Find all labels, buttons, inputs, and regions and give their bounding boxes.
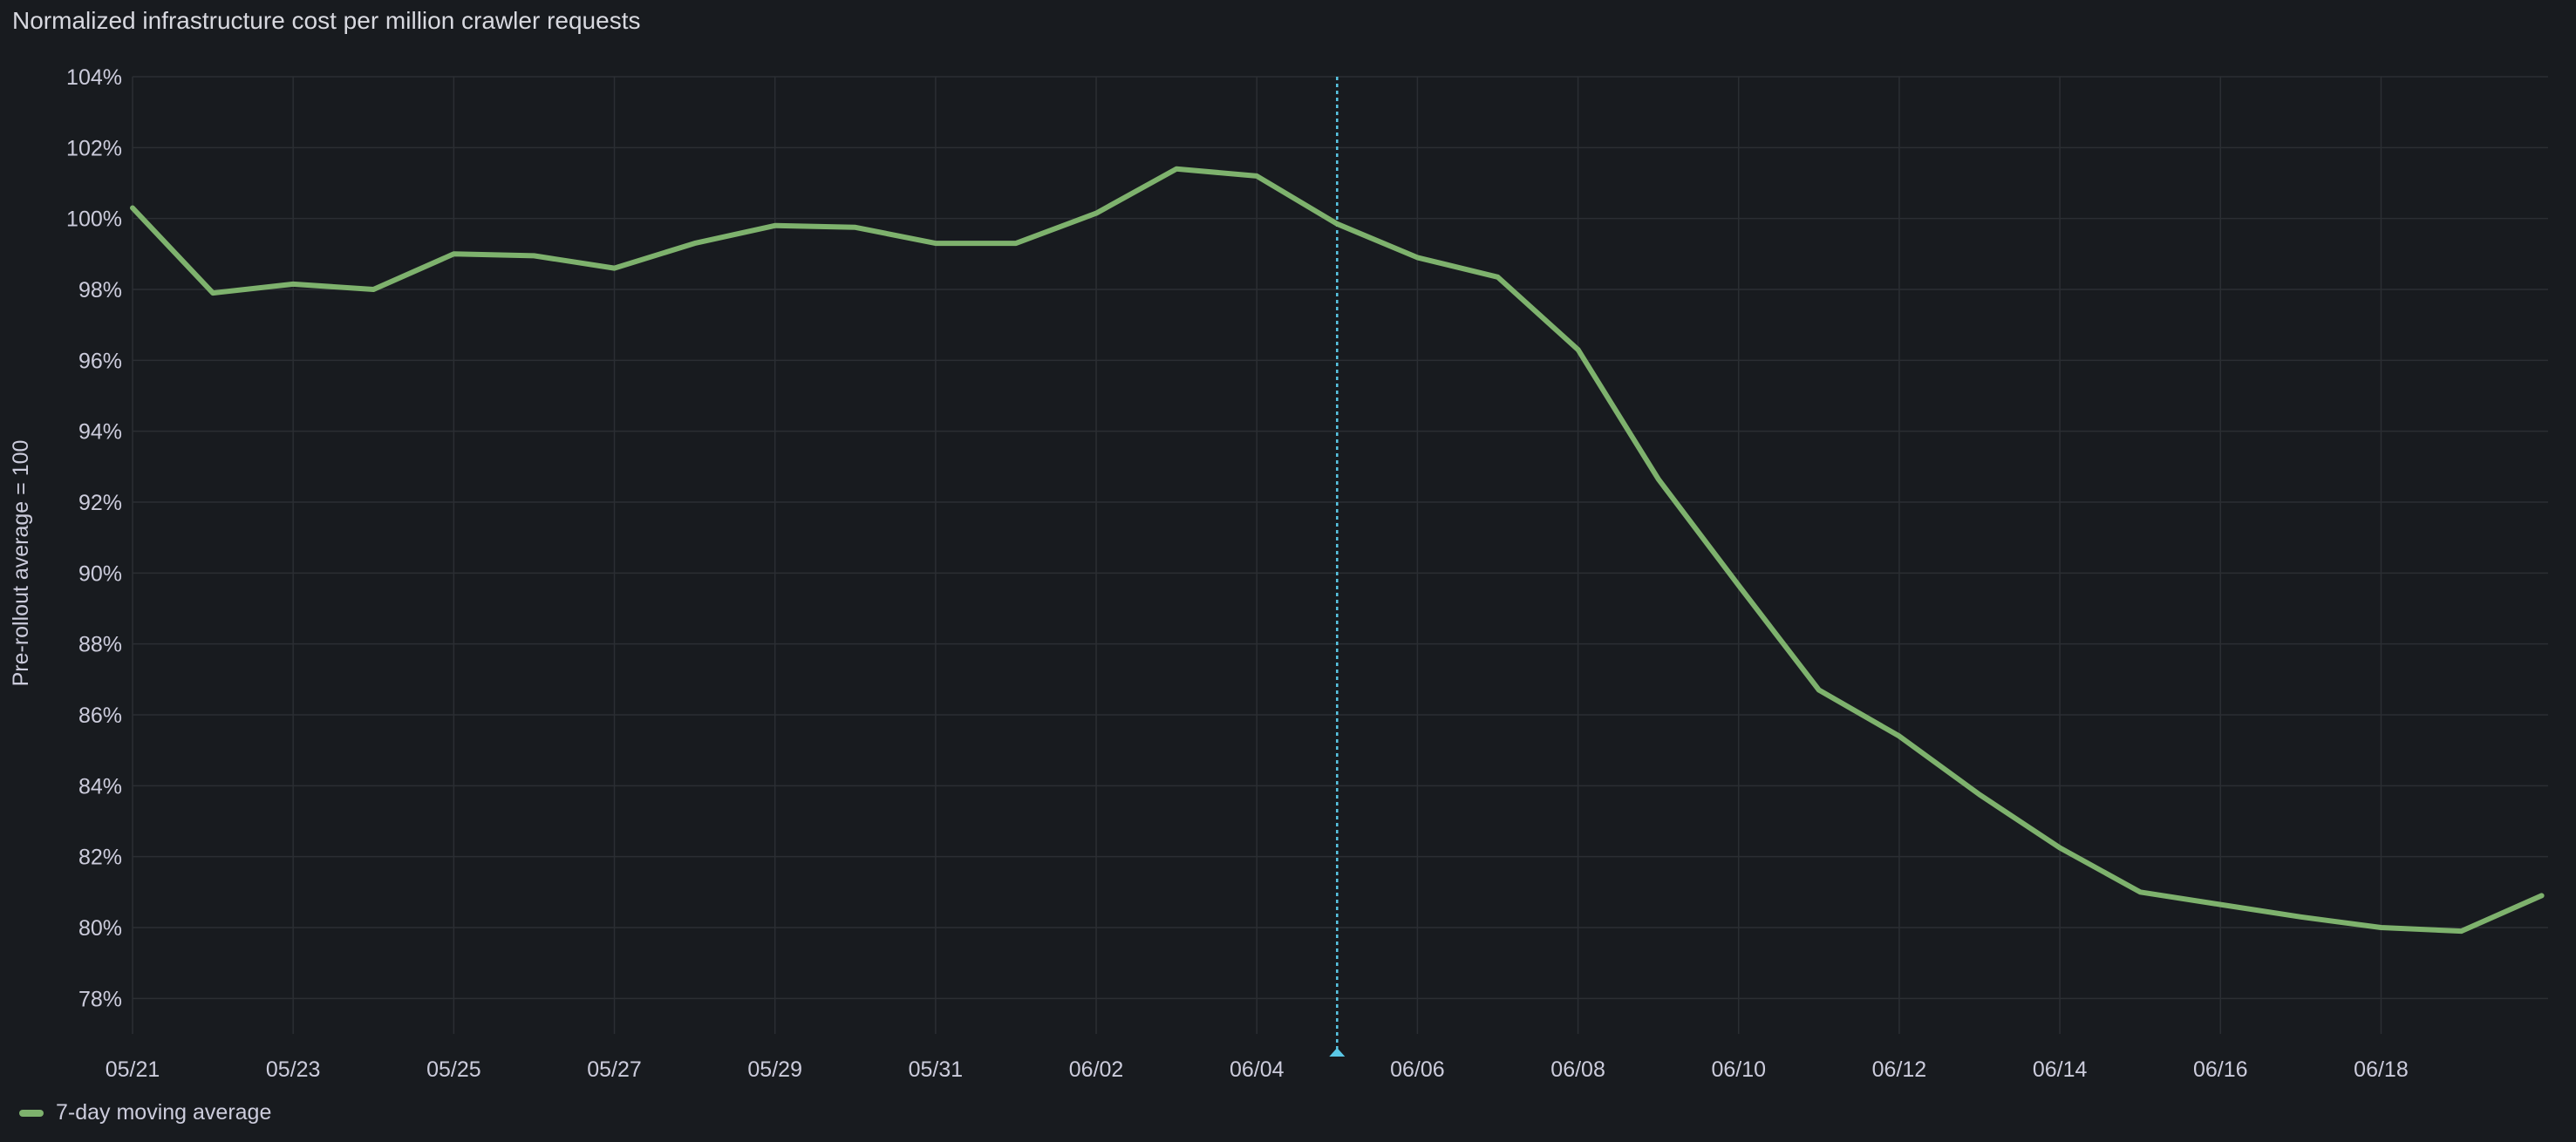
legend-swatch (19, 1109, 44, 1117)
y-tick-label: 78% (78, 987, 122, 1011)
x-tick-label: 06/10 (1711, 1057, 1766, 1082)
x-tick-label: 06/18 (2354, 1057, 2409, 1082)
x-tick-label: 06/02 (1069, 1057, 1124, 1082)
line-chart: 78% 80% 82% 84% 86% 88% 90% 92% 94% 96% 98% 100% 102… (9, 65, 2548, 1082)
x-axis-ticks: 05/21 05/23 05/25 05/27 05/29 05/31 06/02 06/04… (106, 1057, 2409, 1082)
x-tick-label: 06/16 (2193, 1057, 2248, 1082)
x-tick-label: 05/29 (747, 1057, 802, 1082)
y-tick-label: 90% (78, 561, 122, 586)
y-axis-ticks: 78% 80% 82% 84% 86% 88% 90% 92% 94% 96% 98% 100% 102… (66, 65, 122, 1011)
x-tick-label: 06/08 (1550, 1057, 1605, 1082)
y-tick-label: 92% (78, 491, 122, 515)
y-tick-label: 94% (78, 420, 122, 445)
x-tick-label: 06/12 (1872, 1057, 1927, 1082)
y-tick-label: 82% (78, 846, 122, 870)
y-tick-label: 102% (66, 136, 122, 160)
x-tick-label: 05/25 (426, 1057, 481, 1082)
y-tick-label: 84% (78, 774, 122, 799)
grid-layer (132, 76, 2548, 1034)
y-tick-label: 80% (78, 916, 122, 941)
x-tick-label: 06/06 (1390, 1057, 1445, 1082)
x-tick-label: 05/31 (909, 1057, 964, 1082)
y-tick-label: 88% (78, 633, 122, 657)
annotation-marker[interactable] (1329, 1048, 1346, 1057)
x-tick-label: 05/27 (587, 1057, 642, 1082)
legend-label: 7-day moving average (56, 1100, 272, 1125)
y-tick-label: 86% (78, 704, 122, 728)
x-tick-label: 06/04 (1230, 1057, 1285, 1082)
y-tick-label: 98% (78, 278, 122, 302)
legend-item-7-day-moving-average[interactable]: 7-day moving average (19, 1100, 271, 1125)
y-tick-label: 96% (78, 349, 122, 373)
x-tick-label: 05/23 (266, 1057, 321, 1082)
chart-panel: Normalized infrastructure cost per milli… (0, 0, 2576, 1142)
y-tick-label: 100% (66, 207, 122, 232)
x-tick-label: 06/14 (2033, 1057, 2088, 1082)
x-tick-label: 05/21 (106, 1057, 160, 1082)
y-tick-label: 104% (66, 65, 122, 90)
y-axis-title: Pre-rollout average = 100 (9, 440, 33, 687)
